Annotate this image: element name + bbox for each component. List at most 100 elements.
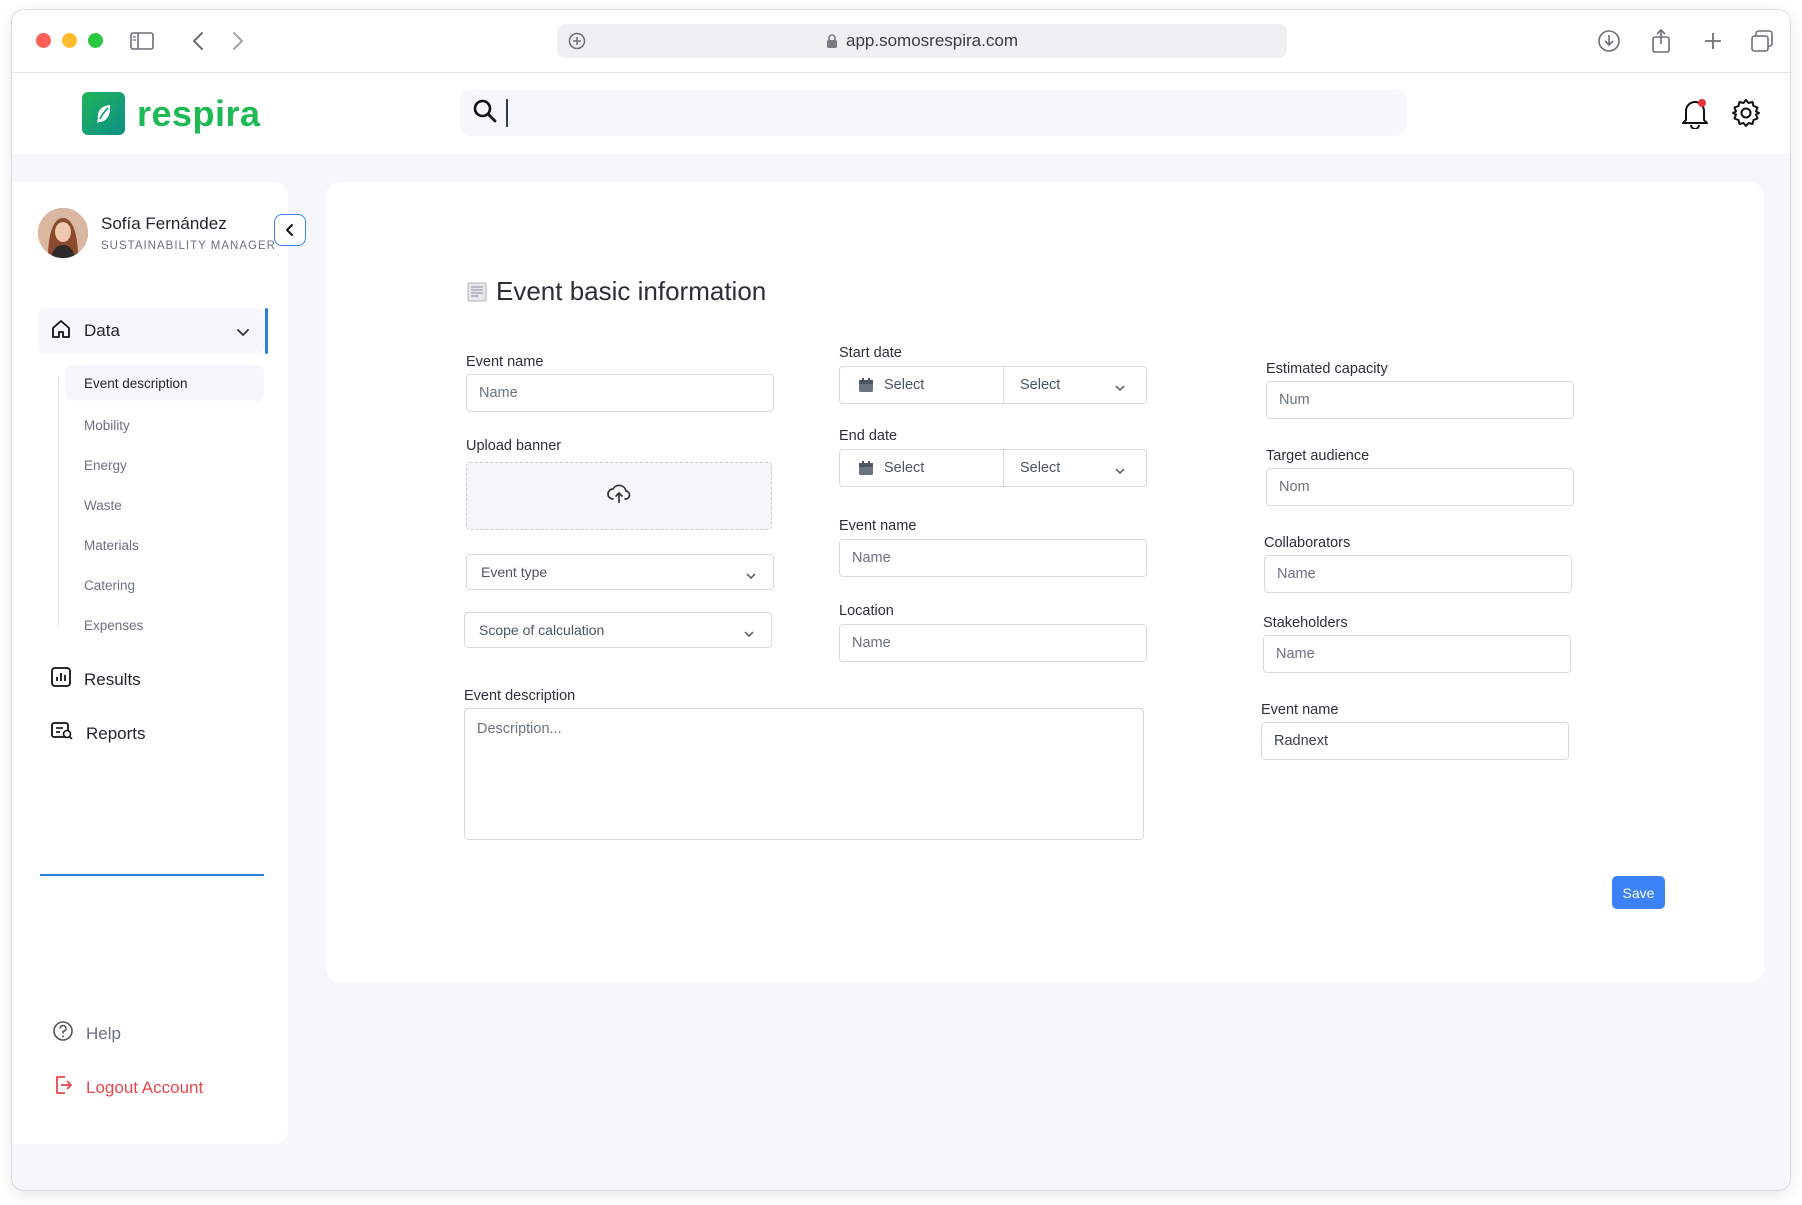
subnav-item-mobility[interactable]: Mobility <box>58 405 264 445</box>
end-date-select[interactable]: Select <box>840 450 1004 486</box>
subnav-item-waste[interactable]: Waste <box>58 485 264 525</box>
target-audience-label: Target audience <box>1266 448 1370 464</box>
logout-label: Logout Account <box>86 1077 204 1097</box>
tab-overview-icon[interactable] <box>1746 26 1778 56</box>
start-time-value: Select <box>1020 377 1061 393</box>
address-bar[interactable]: app.somosrespira.com <box>557 24 1287 58</box>
end-date-label: End date <box>839 428 898 444</box>
event-type-value: Event type <box>481 564 548 580</box>
event-name-label: Event name <box>466 354 544 370</box>
collaborators-input[interactable] <box>1264 555 1572 593</box>
active-indicator <box>265 308 268 354</box>
subnav-item-label: Energy <box>84 457 127 473</box>
brand-name: respira <box>137 92 261 134</box>
bar-chart-icon <box>50 666 72 693</box>
sidebar-toggle-icon[interactable] <box>126 26 158 56</box>
document-icon <box>466 281 488 303</box>
subnav-item-label: Waste <box>84 497 122 513</box>
chevron-left-icon <box>286 224 293 236</box>
collapse-sidebar-button[interactable] <box>274 214 306 246</box>
avatar <box>38 208 88 258</box>
end-time-value: Select <box>1020 460 1061 476</box>
minimize-window-button[interactable] <box>62 33 77 48</box>
event-name-input[interactable] <box>466 374 774 412</box>
location-input[interactable] <box>839 624 1147 662</box>
nav-help-label: Help <box>86 1023 121 1043</box>
event-name-2-input[interactable] <box>839 539 1147 577</box>
start-date-select[interactable]: Select <box>840 367 1004 403</box>
calendar-icon <box>858 460 874 476</box>
app-header: respira <box>12 73 1790 154</box>
subnav-item-label: Catering <box>84 577 136 593</box>
user-name: Sofía Fernández <box>101 214 227 233</box>
start-date-picker: Select Select <box>839 366 1147 404</box>
extension-icon[interactable] <box>567 31 587 56</box>
logout-button[interactable]: Logout Account <box>52 1074 203 1101</box>
back-icon[interactable] <box>182 26 214 56</box>
download-icon[interactable] <box>1593 26 1625 56</box>
share-icon[interactable] <box>1645 26 1677 56</box>
sidebar-divider <box>40 874 264 876</box>
upload-banner-dropzone[interactable] <box>466 462 772 530</box>
nav-reports-label: Reports <box>86 723 146 743</box>
subnav-item-materials[interactable]: Materials <box>58 525 264 565</box>
collaborators-label: Collaborators <box>1264 535 1351 551</box>
page-title-text: Event basic information <box>496 276 767 306</box>
scope-value: Scope of calculation <box>479 622 605 638</box>
settings-gear-icon[interactable] <box>1728 95 1764 131</box>
stakeholders-label: Stakeholders <box>1263 615 1348 631</box>
help-icon <box>52 1020 74 1047</box>
lock-icon <box>826 33 838 49</box>
maximize-window-button[interactable] <box>88 33 103 48</box>
target-audience-input[interactable] <box>1266 468 1574 506</box>
subnav-item-label: Event description <box>84 375 188 391</box>
nav-item-data[interactable]: Data <box>38 308 268 354</box>
sidebar: Sofía Fernández SUSTAINABILITY MANAGER D… <box>12 182 306 1144</box>
search-input[interactable] <box>508 93 1406 133</box>
browser-toolbar: app.somosrespira.com <box>12 10 1790 73</box>
subnav-item-catering[interactable]: Catering <box>58 565 264 605</box>
subnav-item-expenses[interactable]: Expenses <box>58 605 264 645</box>
subnav-item-label: Expenses <box>84 617 144 633</box>
subnav-item-event-description[interactable]: Event description <box>66 365 264 401</box>
notification-bell-icon[interactable] <box>1677 95 1713 131</box>
subnav-item-energy[interactable]: Energy <box>58 445 264 485</box>
stakeholders-input[interactable] <box>1263 635 1571 673</box>
scope-of-calculation-select[interactable]: Scope of calculation <box>464 612 772 648</box>
event-form-card: Event basic information Event name Uploa… <box>326 182 1764 982</box>
home-icon <box>50 318 72 345</box>
search-icon <box>472 98 498 129</box>
close-window-button[interactable] <box>36 33 51 48</box>
user-role: SUSTAINABILITY MANAGER <box>101 240 276 252</box>
estimated-capacity-label: Estimated capacity <box>1266 361 1388 377</box>
nav-data-label: Data <box>84 321 120 340</box>
nav-item-reports[interactable]: Reports <box>50 720 146 747</box>
chevron-down-icon <box>743 625 755 641</box>
event-name-3-input[interactable]: Radnext <box>1261 722 1569 760</box>
start-time-select[interactable]: Select <box>1004 367 1146 403</box>
forward-icon[interactable] <box>222 26 254 56</box>
end-time-select[interactable]: Select <box>1004 450 1146 486</box>
calendar-icon <box>858 377 874 393</box>
url-text: app.somosrespira.com <box>846 31 1018 50</box>
estimated-capacity-input[interactable] <box>1266 381 1574 419</box>
save-button[interactable]: Save <box>1612 876 1665 909</box>
event-description-textarea[interactable] <box>464 708 1144 840</box>
nav-item-results[interactable]: Results <box>50 666 141 693</box>
brand-logo[interactable]: respira <box>82 92 261 135</box>
end-date-value: Select <box>884 460 925 476</box>
cloud-upload-icon <box>606 482 632 511</box>
location-label: Location <box>839 603 894 619</box>
new-tab-icon[interactable] <box>1697 26 1729 56</box>
subnav-item-label: Materials <box>84 537 139 553</box>
start-date-label: Start date <box>839 345 902 361</box>
event-type-select[interactable]: Event type <box>466 554 774 590</box>
report-document-icon <box>50 720 74 747</box>
nav-item-help[interactable]: Help <box>52 1020 121 1047</box>
chevron-down-icon <box>236 323 250 343</box>
leaf-icon <box>82 92 125 135</box>
browser-window: app.somosrespira.com respira Sofía Ferná… <box>12 10 1790 1190</box>
search-bar[interactable] <box>460 90 1406 136</box>
user-profile[interactable]: Sofía Fernández SUSTAINABILITY MANAGER <box>38 208 276 258</box>
event-name-2-label: Event name <box>839 518 917 534</box>
